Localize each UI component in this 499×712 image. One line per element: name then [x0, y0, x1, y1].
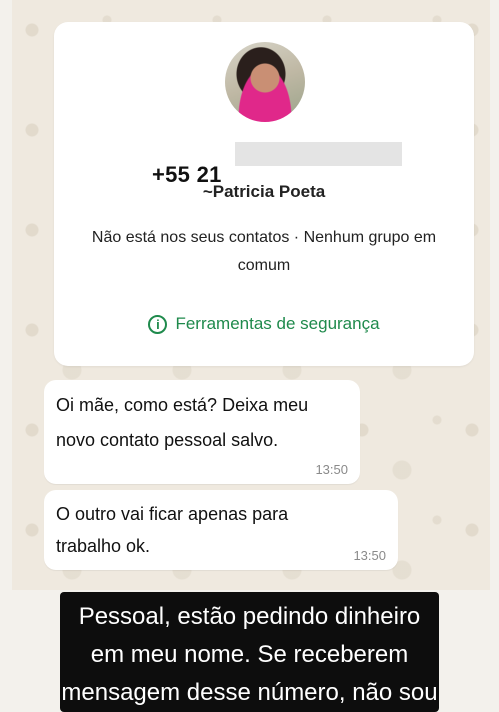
message-text: Oi mãe, como está? Deixa meu novo contat… [56, 395, 309, 450]
phone-redaction [235, 142, 402, 166]
contact-alias: ~Patricia Poeta [202, 182, 326, 201]
message-bubble[interactable]: O outro vai ficar apenas para trabalho o… [44, 490, 398, 570]
info-icon: i [148, 314, 168, 334]
caption-line: em meu nome. Se receberem [90, 641, 409, 668]
message-time: 13:50 [353, 548, 386, 563]
story-caption: Pessoal, estão pedindo dinheiro em meu n… [60, 592, 439, 712]
caption-line: Pessoal, estão pedindo dinheiro [78, 603, 421, 630]
caption-line: mensagem desse número, não sou [61, 679, 438, 706]
security-tools-label: Ferramentas de segurança [175, 314, 380, 333]
contact-status: Não está nos seus contatos · Nenhum grup… [91, 229, 437, 274]
chat-background: +55 21 ~Patricia Poeta Não está nos seus… [12, 0, 490, 590]
contact-avatar[interactable] [225, 42, 305, 122]
message-time: 13:50 [315, 462, 348, 477]
message-text: O outro vai ficar apenas para trabalho o… [56, 504, 289, 556]
contact-info-card: +55 21 ~Patricia Poeta Não está nos seus… [54, 22, 474, 366]
message-bubble[interactable]: Oi mãe, como está? Deixa meu novo contat… [44, 380, 360, 484]
security-tools-button[interactable]: i Ferramentas de segurança [54, 314, 474, 334]
